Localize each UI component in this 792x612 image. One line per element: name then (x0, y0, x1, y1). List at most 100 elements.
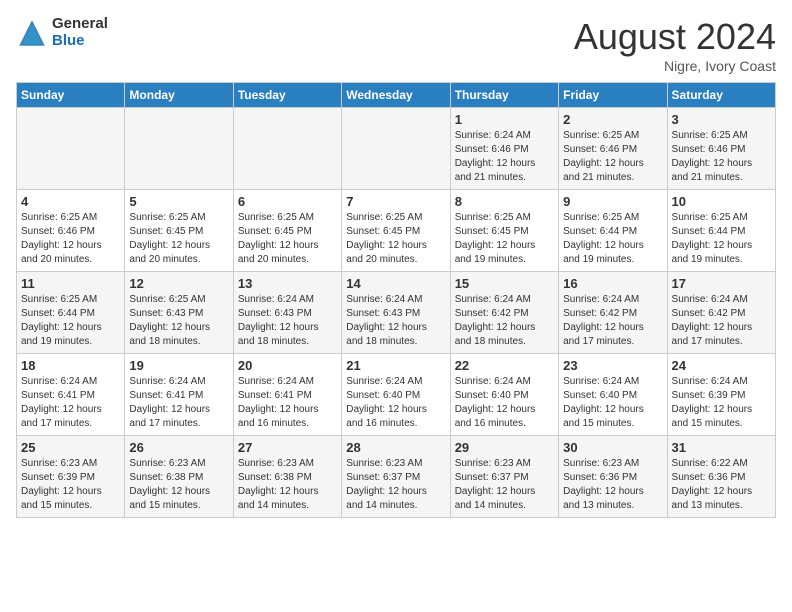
day-number: 26 (129, 440, 228, 455)
day-info: Sunrise: 6:24 AM Sunset: 6:42 PM Dayligh… (672, 293, 771, 349)
day-info: Sunrise: 6:23 AM Sunset: 6:37 PM Dayligh… (346, 457, 445, 513)
calendar-cell: 11 Sunrise: 6:25 AM Sunset: 6:44 PM Dayli… (17, 272, 125, 354)
day-info: Sunrise: 6:24 AM Sunset: 6:40 PM Dayligh… (563, 375, 662, 431)
day-number: 7 (346, 194, 445, 209)
day-number: 8 (455, 194, 554, 209)
calendar-cell: 12 Sunrise: 6:25 AM Sunset: 6:43 PM Dayli… (125, 272, 233, 354)
day-number: 15 (455, 276, 554, 291)
day-info: Sunrise: 6:25 AM Sunset: 6:44 PM Dayligh… (563, 211, 662, 267)
day-number: 17 (672, 276, 771, 291)
day-number: 12 (129, 276, 228, 291)
day-number: 22 (455, 358, 554, 373)
calendar-cell (342, 108, 450, 190)
weekday-header-sunday: Sunday (17, 83, 125, 108)
day-number: 3 (672, 112, 771, 127)
calendar-cell: 17 Sunrise: 6:24 AM Sunset: 6:42 PM Dayli… (667, 272, 775, 354)
calendar-cell: 2 Sunrise: 6:25 AM Sunset: 6:46 PM Daylig… (559, 108, 667, 190)
calendar-cell: 25 Sunrise: 6:23 AM Sunset: 6:39 PM Dayli… (17, 436, 125, 518)
logo-icon (16, 17, 48, 49)
day-info: Sunrise: 6:23 AM Sunset: 6:39 PM Dayligh… (21, 457, 120, 513)
day-number: 21 (346, 358, 445, 373)
calendar-table: SundayMondayTuesdayWednesdayThursdayFrid… (16, 82, 776, 518)
day-info: Sunrise: 6:24 AM Sunset: 6:39 PM Dayligh… (672, 375, 771, 431)
day-number: 5 (129, 194, 228, 209)
calendar-cell: 30Sunrise: 6:23 AM Sunset: 6:36 PM Dayli… (559, 436, 667, 518)
calendar-cell: 22 Sunrise: 6:24 AM Sunset: 6:40 PM Dayli… (450, 354, 558, 436)
calendar-cell: 6Sunrise: 6:25 AM Sunset: 6:45 PM Daylig… (233, 190, 341, 272)
day-number: 19 (129, 358, 228, 373)
day-info: Sunrise: 6:23 AM Sunset: 6:36 PM Dayligh… (563, 457, 662, 513)
day-info: Sunrise: 6:25 AM Sunset: 6:44 PM Dayligh… (672, 211, 771, 267)
calendar-cell: 10 Sunrise: 6:25 AM Sunset: 6:44 PM Dayli… (667, 190, 775, 272)
day-number: 20 (238, 358, 337, 373)
calendar-cell (233, 108, 341, 190)
month-title: August 2024 (574, 16, 776, 58)
day-info: Sunrise: 6:24 AM Sunset: 6:40 PM Dayligh… (455, 375, 554, 431)
calendar-cell: 13Sunrise: 6:24 AM Sunset: 6:43 PM Dayli… (233, 272, 341, 354)
page-header: General Blue August 2024 Nigre, Ivory Co… (16, 16, 776, 74)
logo-general-text: General (52, 16, 108, 33)
day-number: 6 (238, 194, 337, 209)
calendar-cell: 29Sunrise: 6:23 AM Sunset: 6:37 PM Dayli… (450, 436, 558, 518)
day-info: Sunrise: 6:24 AM Sunset: 6:46 PM Dayligh… (455, 129, 554, 185)
calendar-week-row: 25 Sunrise: 6:23 AM Sunset: 6:39 PM Dayli… (17, 436, 776, 518)
day-info: Sunrise: 6:23 AM Sunset: 6:38 PM Dayligh… (238, 457, 337, 513)
day-info: Sunrise: 6:24 AM Sunset: 6:40 PM Dayligh… (346, 375, 445, 431)
day-info: Sunrise: 6:25 AM Sunset: 6:46 PM Dayligh… (672, 129, 771, 185)
calendar-cell: 7 Sunrise: 6:25 AM Sunset: 6:45 PM Daylig… (342, 190, 450, 272)
calendar-cell: 4 Sunrise: 6:25 AM Sunset: 6:46 PM Daylig… (17, 190, 125, 272)
day-number: 11 (21, 276, 120, 291)
day-info: Sunrise: 6:25 AM Sunset: 6:46 PM Dayligh… (21, 211, 120, 267)
calendar-cell: 15 Sunrise: 6:24 AM Sunset: 6:42 PM Dayli… (450, 272, 558, 354)
calendar-week-row: 4 Sunrise: 6:25 AM Sunset: 6:46 PM Daylig… (17, 190, 776, 272)
day-info: Sunrise: 6:24 AM Sunset: 6:43 PM Dayligh… (346, 293, 445, 349)
weekday-header-tuesday: Tuesday (233, 83, 341, 108)
calendar-cell: 23 Sunrise: 6:24 AM Sunset: 6:40 PM Dayli… (559, 354, 667, 436)
calendar-cell: 24 Sunrise: 6:24 AM Sunset: 6:39 PM Dayli… (667, 354, 775, 436)
day-number: 28 (346, 440, 445, 455)
day-info: Sunrise: 6:24 AM Sunset: 6:42 PM Dayligh… (455, 293, 554, 349)
day-info: Sunrise: 6:25 AM Sunset: 6:44 PM Dayligh… (21, 293, 120, 349)
calendar-cell: 26 Sunrise: 6:23 AM Sunset: 6:38 PM Dayli… (125, 436, 233, 518)
calendar-cell (17, 108, 125, 190)
day-number: 24 (672, 358, 771, 373)
weekday-header-friday: Friday (559, 83, 667, 108)
day-number: 31 (672, 440, 771, 455)
calendar-cell: 19 Sunrise: 6:24 AM Sunset: 6:41 PM Dayli… (125, 354, 233, 436)
day-number: 10 (672, 194, 771, 209)
calendar-cell: 18Sunrise: 6:24 AM Sunset: 6:41 PM Dayli… (17, 354, 125, 436)
day-info: Sunrise: 6:25 AM Sunset: 6:43 PM Dayligh… (129, 293, 228, 349)
weekday-header-monday: Monday (125, 83, 233, 108)
calendar-week-row: 11 Sunrise: 6:25 AM Sunset: 6:44 PM Dayli… (17, 272, 776, 354)
location: Nigre, Ivory Coast (574, 58, 776, 74)
day-number: 27 (238, 440, 337, 455)
day-info: Sunrise: 6:24 AM Sunset: 6:43 PM Dayligh… (238, 293, 337, 349)
calendar-cell: 8Sunrise: 6:25 AM Sunset: 6:45 PM Daylig… (450, 190, 558, 272)
calendar-cell: 21 Sunrise: 6:24 AM Sunset: 6:40 PM Dayli… (342, 354, 450, 436)
day-info: Sunrise: 6:24 AM Sunset: 6:41 PM Dayligh… (238, 375, 337, 431)
calendar-cell: 31Sunrise: 6:22 AM Sunset: 6:36 PM Dayli… (667, 436, 775, 518)
day-info: Sunrise: 6:24 AM Sunset: 6:42 PM Dayligh… (563, 293, 662, 349)
day-number: 25 (21, 440, 120, 455)
day-info: Sunrise: 6:24 AM Sunset: 6:41 PM Dayligh… (129, 375, 228, 431)
calendar-cell: 9Sunrise: 6:25 AM Sunset: 6:44 PM Daylig… (559, 190, 667, 272)
day-info: Sunrise: 6:23 AM Sunset: 6:38 PM Dayligh… (129, 457, 228, 513)
day-number: 4 (21, 194, 120, 209)
calendar-cell: 3 Sunrise: 6:25 AM Sunset: 6:46 PM Daylig… (667, 108, 775, 190)
calendar-cell: 20 Sunrise: 6:24 AM Sunset: 6:41 PM Dayli… (233, 354, 341, 436)
logo-blue-text: Blue (52, 33, 108, 50)
logo-text: General Blue (52, 16, 108, 49)
day-number: 16 (563, 276, 662, 291)
day-number: 2 (563, 112, 662, 127)
day-number: 23 (563, 358, 662, 373)
calendar-cell: 14 Sunrise: 6:24 AM Sunset: 6:43 PM Dayli… (342, 272, 450, 354)
weekday-header-saturday: Saturday (667, 83, 775, 108)
calendar-week-row: 1 Sunrise: 6:24 AM Sunset: 6:46 PM Daylig… (17, 108, 776, 190)
calendar-cell: 27 Sunrise: 6:23 AM Sunset: 6:38 PM Dayli… (233, 436, 341, 518)
day-info: Sunrise: 6:25 AM Sunset: 6:46 PM Dayligh… (563, 129, 662, 185)
calendar-cell: 5 Sunrise: 6:25 AM Sunset: 6:45 PM Daylig… (125, 190, 233, 272)
day-number: 14 (346, 276, 445, 291)
day-info: Sunrise: 6:25 AM Sunset: 6:45 PM Dayligh… (129, 211, 228, 267)
day-info: Sunrise: 6:25 AM Sunset: 6:45 PM Dayligh… (346, 211, 445, 267)
day-number: 1 (455, 112, 554, 127)
